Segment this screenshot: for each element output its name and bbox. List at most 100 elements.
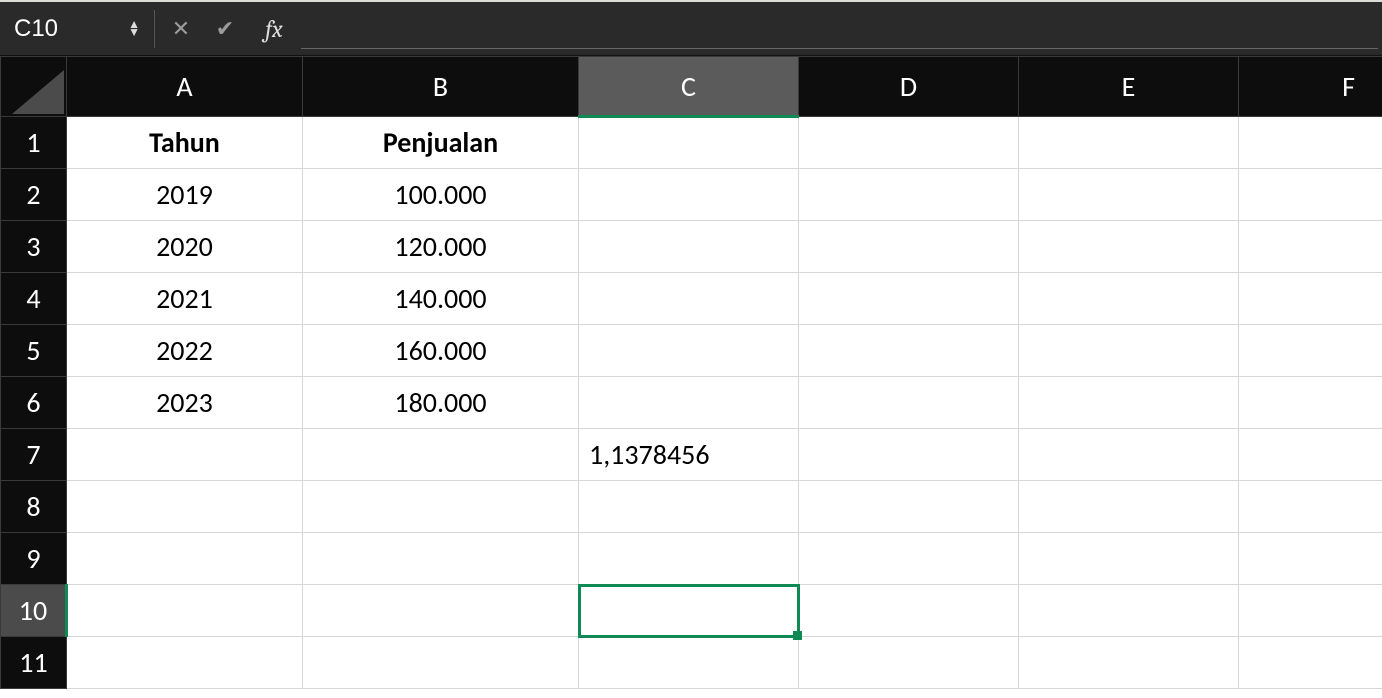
- cancel-formula-button[interactable]: ✕: [159, 2, 203, 55]
- row-header-2[interactable]: 2: [1, 169, 67, 221]
- cell-F4[interactable]: [1239, 273, 1382, 325]
- cell-C8[interactable]: [579, 481, 799, 533]
- accept-formula-button[interactable]: ✔: [203, 2, 247, 55]
- cell-D3[interactable]: [799, 221, 1019, 273]
- cell-F5[interactable]: [1239, 325, 1382, 377]
- col-header-F[interactable]: F: [1239, 57, 1382, 117]
- row-header-11[interactable]: 11: [1, 637, 67, 689]
- cell-C3[interactable]: [579, 221, 799, 273]
- cell-E2[interactable]: [1019, 169, 1239, 221]
- name-box-spinner[interactable]: ▲ ▼: [128, 21, 140, 37]
- cell-B11[interactable]: [303, 637, 579, 689]
- cell-B6[interactable]: 180.000: [303, 377, 579, 429]
- cell-A5[interactable]: 2022: [67, 325, 303, 377]
- col-header-C[interactable]: C: [579, 57, 799, 117]
- cell-F10[interactable]: [1239, 585, 1382, 637]
- row-header-5[interactable]: 5: [1, 325, 67, 377]
- row-header-6[interactable]: 6: [1, 377, 67, 429]
- cell-A9[interactable]: [67, 533, 303, 585]
- cell-F6[interactable]: [1239, 377, 1382, 429]
- cell-A10[interactable]: [67, 585, 303, 637]
- cell-F11[interactable]: [1239, 637, 1382, 689]
- col-header-A[interactable]: A: [67, 57, 303, 117]
- row-header-7[interactable]: 7: [1, 429, 67, 481]
- cell-E5[interactable]: [1019, 325, 1239, 377]
- cell-D9[interactable]: [799, 533, 1019, 585]
- cell-C9[interactable]: [579, 533, 799, 585]
- cell-A11[interactable]: [67, 637, 303, 689]
- col-header-B[interactable]: B: [303, 57, 579, 117]
- cell-F1[interactable]: [1239, 117, 1382, 169]
- cell-E7[interactable]: [1019, 429, 1239, 481]
- cell-E11[interactable]: [1019, 637, 1239, 689]
- cell-C7[interactable]: 1,1378456: [579, 429, 799, 481]
- table-row: 1 Tahun Penjualan: [1, 117, 1382, 169]
- fx-label[interactable]: fx: [247, 15, 301, 43]
- cell-F2[interactable]: [1239, 169, 1382, 221]
- cell-B5[interactable]: 160.000: [303, 325, 579, 377]
- cell-D4[interactable]: [799, 273, 1019, 325]
- cell-D2[interactable]: [799, 169, 1019, 221]
- cell-A6[interactable]: 2023: [67, 377, 303, 429]
- cell-B1[interactable]: Penjualan: [303, 117, 579, 169]
- spreadsheet-grid[interactable]: A B C D E F 1 Tahun Penjualan 2 2019: [0, 56, 1382, 698]
- cell-E6[interactable]: [1019, 377, 1239, 429]
- cell-F7[interactable]: [1239, 429, 1382, 481]
- cell-B10[interactable]: [303, 585, 579, 637]
- row-header-3[interactable]: 3: [1, 221, 67, 273]
- cell-A7[interactable]: [67, 429, 303, 481]
- cell-F8[interactable]: [1239, 481, 1382, 533]
- cell-F9[interactable]: [1239, 533, 1382, 585]
- row-header-8[interactable]: 8: [1, 481, 67, 533]
- cell-A4[interactable]: 2021: [67, 273, 303, 325]
- cell-C4[interactable]: [579, 273, 799, 325]
- cell-C5[interactable]: [579, 325, 799, 377]
- table-row: 9: [1, 533, 1382, 585]
- cell-E8[interactable]: [1019, 481, 1239, 533]
- cell-B3[interactable]: 120.000: [303, 221, 579, 273]
- cell-B8[interactable]: [303, 481, 579, 533]
- cell-C2[interactable]: [579, 169, 799, 221]
- cell-B2[interactable]: 100.000: [303, 169, 579, 221]
- cell-C6[interactable]: [579, 377, 799, 429]
- separator: [154, 10, 155, 48]
- cell-E10[interactable]: [1019, 585, 1239, 637]
- name-box[interactable]: ▲ ▼: [0, 2, 150, 55]
- row-header-10[interactable]: 10: [1, 585, 67, 637]
- table-row: 10: [1, 585, 1382, 637]
- cell-A8[interactable]: [67, 481, 303, 533]
- col-header-D[interactable]: D: [799, 57, 1019, 117]
- cell-D5[interactable]: [799, 325, 1019, 377]
- cell-F3[interactable]: [1239, 221, 1382, 273]
- cell-E1[interactable]: [1019, 117, 1239, 169]
- cell-A2[interactable]: 2019: [67, 169, 303, 221]
- row-header-4[interactable]: 4: [1, 273, 67, 325]
- cell-D7[interactable]: [799, 429, 1019, 481]
- close-icon: ✕: [172, 15, 190, 42]
- cell-E9[interactable]: [1019, 533, 1239, 585]
- cell-A1[interactable]: Tahun: [67, 117, 303, 169]
- cell-D8[interactable]: [799, 481, 1019, 533]
- cell-B4[interactable]: 140.000: [303, 273, 579, 325]
- cell-E3[interactable]: [1019, 221, 1239, 273]
- row-header-9[interactable]: 9: [1, 533, 67, 585]
- chevron-down-icon[interactable]: ▼: [128, 29, 140, 37]
- table-row: 5 2022 160.000: [1, 325, 1382, 377]
- cell-D6[interactable]: [799, 377, 1019, 429]
- cell-D11[interactable]: [799, 637, 1019, 689]
- cell-C1[interactable]: [579, 117, 799, 169]
- cell-C11[interactable]: [579, 637, 799, 689]
- table-row: 4 2021 140.000: [1, 273, 1382, 325]
- name-box-input[interactable]: [14, 15, 94, 43]
- cell-D10[interactable]: [799, 585, 1019, 637]
- cell-B7[interactable]: [303, 429, 579, 481]
- formula-input[interactable]: [301, 9, 1378, 48]
- row-header-1[interactable]: 1: [1, 117, 67, 169]
- cell-E4[interactable]: [1019, 273, 1239, 325]
- cell-C10[interactable]: [579, 585, 799, 637]
- cell-B9[interactable]: [303, 533, 579, 585]
- col-header-E[interactable]: E: [1019, 57, 1239, 117]
- cell-A3[interactable]: 2020: [67, 221, 303, 273]
- select-all-corner[interactable]: [1, 57, 67, 117]
- cell-D1[interactable]: [799, 117, 1019, 169]
